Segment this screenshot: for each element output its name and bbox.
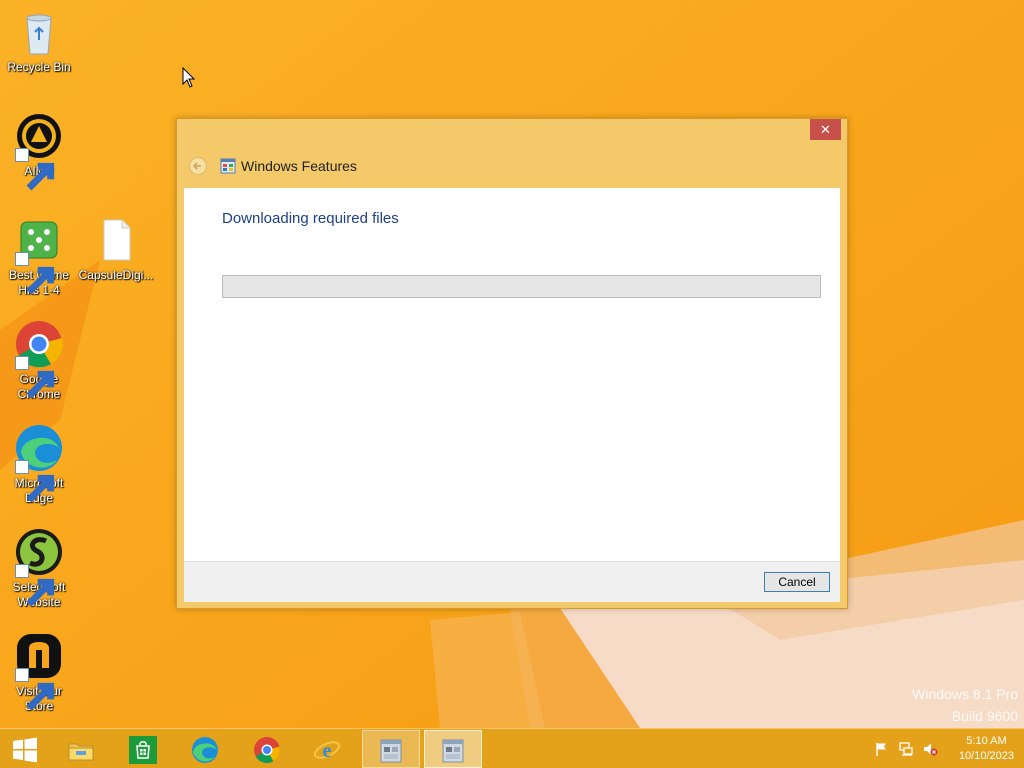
mouse-cursor-icon: [182, 67, 196, 88]
desktop-icon-best-game-hits[interactable]: Best Game Hits 1-4: [1, 214, 77, 298]
dialog-content: Downloading required files: [184, 188, 840, 561]
shortcut-arrow-icon: [15, 252, 55, 295]
desktop-icon-selectsoft-website[interactable]: Selectsoft Website: [1, 526, 77, 610]
shortcut-arrow-icon: [15, 564, 55, 607]
store-icon: [129, 736, 157, 764]
recycle-bin-icon: [13, 6, 65, 58]
edge-icon: [192, 737, 218, 763]
windows-features-icon: [220, 158, 236, 174]
taskbar-windows-features-2[interactable]: [424, 730, 482, 768]
taskbar-chrome[interactable]: [238, 730, 296, 768]
aimp-icon: [13, 110, 65, 191]
shortcut-arrow-icon: [15, 460, 55, 503]
start-button[interactable]: [0, 730, 50, 768]
watermark-edition: Windows 8.1 Pro: [912, 686, 1018, 702]
windows-features-icon: [442, 739, 464, 763]
windows-features-icon: [380, 739, 402, 763]
svg-text:e: e: [323, 740, 332, 762]
network-icon[interactable]: [898, 741, 914, 757]
file-explorer-icon: [68, 743, 94, 761]
taskbar-edge[interactable]: [176, 730, 234, 768]
volume-muted-icon[interactable]: [922, 741, 938, 757]
taskbar-store[interactable]: [114, 730, 172, 768]
taskbar-file-explorer[interactable]: [52, 730, 110, 768]
desktop-icon-visit-our-store[interactable]: Visit Our Store: [1, 630, 77, 714]
taskbar-internet-explorer[interactable]: e: [298, 730, 356, 768]
status-heading: Downloading required files: [222, 210, 399, 227]
cancel-button[interactable]: Cancel: [764, 572, 830, 592]
windows-features-dialog: ✕ Windows Features Downloading required …: [176, 118, 848, 609]
desktop-icon-capsuledigi[interactable]: CapsuleDigi...: [78, 214, 154, 283]
shortcut-arrow-icon: [15, 668, 55, 711]
watermark-build: Build 9600: [951, 708, 1018, 724]
desktop-icon-label: Recycle Bin: [7, 60, 71, 74]
desktop-icon-microsoft-edge[interactable]: Microsoft Edge: [1, 422, 77, 506]
clock-date: 10/10/2023: [958, 750, 1014, 762]
desktop-icon-recycle-bin[interactable]: Recycle Bin: [1, 6, 77, 75]
taskbar: e 5:10 AM 10/10/2023: [0, 728, 1024, 768]
clock[interactable]: 5:10 AM 10/10/2023: [959, 734, 1014, 764]
dialog-footer: Cancel: [184, 561, 840, 602]
shortcut-arrow-icon: [15, 148, 55, 191]
back-arrow-icon[interactable]: [189, 157, 207, 175]
dialog-header: Windows Features: [187, 155, 827, 179]
close-button[interactable]: ✕: [810, 119, 841, 140]
desktop-icon-google-chrome[interactable]: Google Chrome: [1, 318, 77, 402]
selectsoft-icon: [13, 526, 65, 607]
file-icon: [90, 214, 142, 266]
windows-watermark: Windows 8.1 Pro Build 9600: [912, 683, 1018, 727]
chrome-icon: [254, 737, 280, 764]
taskbar-windows-features-1[interactable]: [362, 730, 420, 768]
action-center-flag-icon[interactable]: [874, 741, 890, 757]
download-progress-bar: [222, 275, 821, 298]
clock-time: 5:10 AM: [966, 735, 1007, 747]
internet-explorer-icon: e: [313, 740, 341, 762]
edge-icon: [13, 422, 65, 503]
store-icon: [13, 630, 65, 711]
dialog-title: Windows Features: [241, 158, 357, 174]
shortcut-arrow-icon: [15, 356, 55, 399]
dice-icon: [13, 214, 65, 295]
desktop-icon-aimp[interactable]: AIMP: [1, 110, 77, 191]
start-icon: [13, 737, 37, 763]
chrome-icon: [13, 318, 65, 399]
desktop-icon-label: CapsuleDigi...: [78, 268, 154, 282]
